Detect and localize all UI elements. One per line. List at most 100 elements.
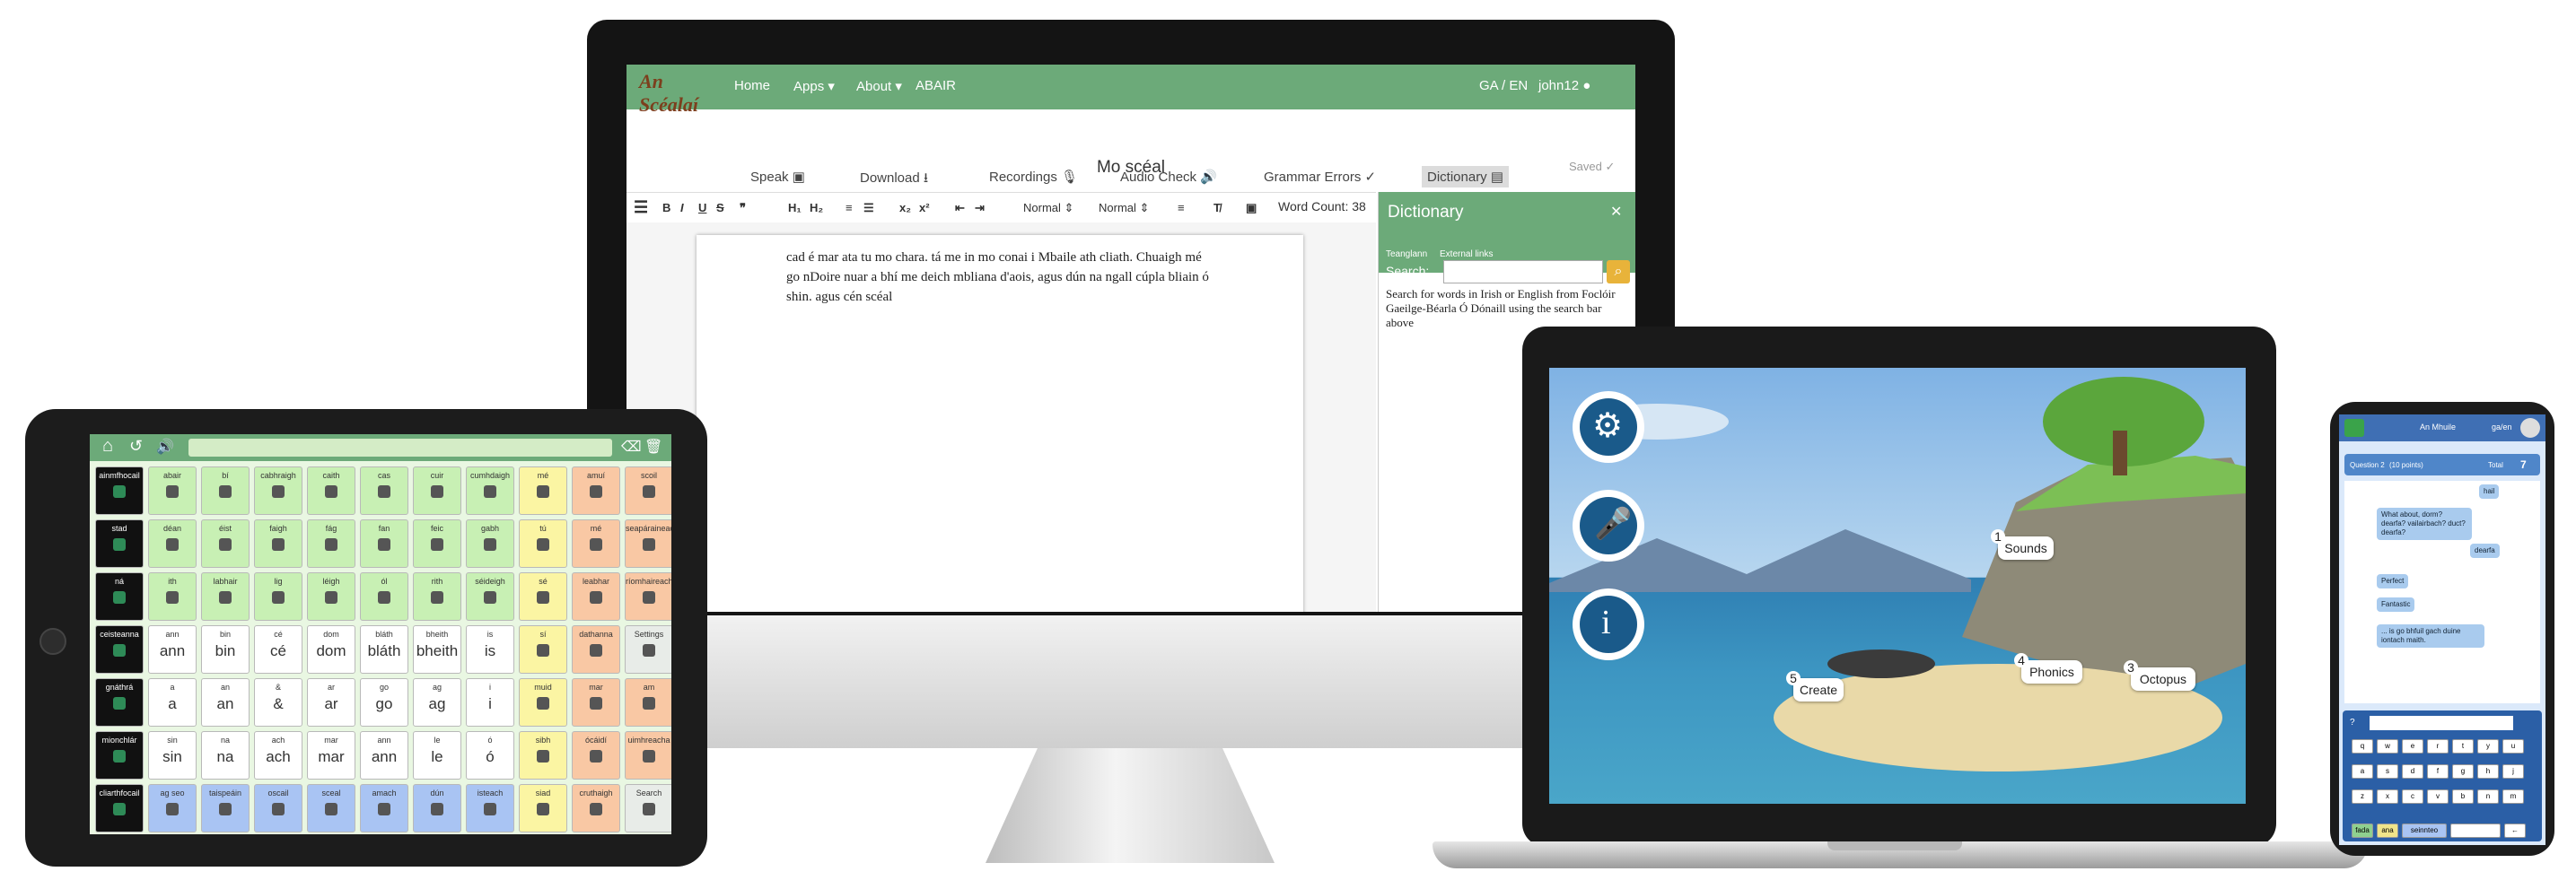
- aac-cell[interactable]: Settings: [625, 625, 671, 674]
- aac-cell[interactable]: ach ach: [254, 731, 302, 780]
- tab-download[interactable]: Download ⭳: [860, 169, 928, 191]
- document-page[interactable]: cad é mar ata tu mo chara. tá me in mo c…: [697, 235, 1303, 612]
- microphone-button[interactable]: 🎤: [1573, 490, 1644, 562]
- aac-cell[interactable]: bheith bheith: [413, 625, 461, 674]
- keyboard-key[interactable]: j: [2502, 764, 2524, 779]
- aac-cell[interactable]: bin bin: [201, 625, 250, 674]
- aac-cell[interactable]: & &: [254, 678, 302, 727]
- aac-cell[interactable]: sceal: [307, 784, 355, 832]
- aac-cell[interactable]: mar: [572, 678, 620, 727]
- keyboard-key[interactable]: s: [2377, 764, 2398, 779]
- aac-cell[interactable]: ól: [360, 572, 408, 621]
- aac-cell[interactable]: cuir: [413, 466, 461, 515]
- link-teanglann[interactable]: Teanglann: [1386, 249, 1427, 259]
- aac-cell[interactable]: ith: [148, 572, 197, 621]
- aac-cell[interactable]: feic: [413, 519, 461, 568]
- send-key[interactable]: seinnteo: [2402, 824, 2447, 838]
- tab-speak[interactable]: Speak ▣: [750, 169, 805, 185]
- aac-cell[interactable]: mionchlár: [95, 731, 144, 780]
- aac-cell[interactable]: séideigh: [466, 572, 514, 621]
- aac-cell[interactable]: cas: [360, 466, 408, 515]
- nav-home[interactable]: Home: [734, 78, 770, 93]
- keyboard-key[interactable]: d: [2402, 764, 2423, 779]
- aac-cell[interactable]: ríomhaireacht: [625, 572, 671, 621]
- aac-cell[interactable]: le le: [413, 731, 461, 780]
- keyboard-key[interactable]: v: [2427, 789, 2449, 804]
- keyboard-key[interactable]: g: [2452, 764, 2474, 779]
- tab-dictionary[interactable]: Dictionary ▤: [1422, 166, 1510, 187]
- keyboard-key[interactable]: f: [2427, 764, 2449, 779]
- align-icon[interactable]: ≡: [1178, 201, 1185, 214]
- aac-cell[interactable]: muid: [519, 678, 567, 727]
- aac-cell[interactable]: mé: [519, 466, 567, 515]
- aac-cell[interactable]: leabhar: [572, 572, 620, 621]
- aac-cell[interactable]: sibh: [519, 731, 567, 780]
- aac-cell[interactable]: tú: [519, 519, 567, 568]
- aac-cell[interactable]: ná: [95, 572, 144, 621]
- keyboard-key[interactable]: z: [2352, 789, 2373, 804]
- aac-cell[interactable]: gabh: [466, 519, 514, 568]
- keyboard-key[interactable]: r: [2427, 739, 2449, 754]
- aac-cell[interactable]: go go: [360, 678, 408, 727]
- keyboard-key[interactable]: m: [2502, 789, 2524, 804]
- aac-cell[interactable]: cruthaigh: [572, 784, 620, 832]
- message-bar[interactable]: [188, 439, 612, 457]
- home-icon[interactable]: ⌂: [102, 436, 113, 457]
- search-icon[interactable]: ⌕: [1607, 260, 1630, 283]
- aac-cell[interactable]: cliarthfocail: [95, 784, 144, 832]
- trash-icon[interactable]: 🗑: [644, 438, 662, 456]
- ana-key[interactable]: ana: [2377, 824, 2398, 838]
- keyboard-key[interactable]: y: [2477, 739, 2499, 754]
- aac-cell[interactable]: abair: [148, 466, 197, 515]
- aac-cell[interactable]: na na: [201, 731, 250, 780]
- aac-cell[interactable]: ceisteanna: [95, 625, 144, 674]
- aac-cell[interactable]: amuí: [572, 466, 620, 515]
- aac-cell[interactable]: éist: [201, 519, 250, 568]
- keyboard-key[interactable]: u: [2502, 739, 2524, 754]
- document-text[interactable]: cad é mar ata tu mo chara. tá me in mo c…: [786, 248, 1217, 307]
- aac-cell[interactable]: seapáraineacht: [625, 519, 671, 568]
- backspace-key[interactable]: ←: [2504, 824, 2526, 838]
- aac-cell[interactable]: labhair: [201, 572, 250, 621]
- aac-cell[interactable]: mé: [572, 519, 620, 568]
- settings-button[interactable]: ⚙: [1573, 391, 1644, 463]
- tab-audio-check[interactable]: Audio Check 🔊: [1120, 169, 1217, 185]
- aac-cell[interactable]: cabhraigh: [254, 466, 302, 515]
- nav-apps[interactable]: Apps ▾: [793, 78, 835, 94]
- aac-cell[interactable]: ag seo: [148, 784, 197, 832]
- site-logo[interactable]: An Scéalaí: [639, 70, 713, 116]
- aac-cell[interactable]: aa: [148, 678, 197, 727]
- space-key[interactable]: [2450, 824, 2501, 838]
- tab-recordings[interactable]: Recordings 🎙: [989, 169, 1078, 185]
- aac-cell[interactable]: lig: [254, 572, 302, 621]
- aac-cell[interactable]: bí: [201, 466, 250, 515]
- aac-cell[interactable]: óó: [466, 731, 514, 780]
- aac-cell[interactable]: stad: [95, 519, 144, 568]
- language-toggle[interactable]: ga/en: [2492, 423, 2512, 431]
- indent-icon[interactable]: ⇥: [975, 201, 985, 215]
- bold-button[interactable]: B: [662, 201, 670, 214]
- aac-cell[interactable]: ainmfhocail: [95, 466, 144, 515]
- link-external[interactable]: External links: [1440, 249, 1493, 259]
- aac-cell[interactable]: ócáidí: [572, 731, 620, 780]
- aac-cell[interactable]: mar mar: [307, 731, 355, 780]
- aac-cell[interactable]: déan: [148, 519, 197, 568]
- aac-cell[interactable]: dún: [413, 784, 461, 832]
- tab-grammar-errors[interactable]: Grammar Errors ✓: [1264, 169, 1376, 185]
- aac-cell[interactable]: oscail: [254, 784, 302, 832]
- aac-cell[interactable]: amach: [360, 784, 408, 832]
- keyboard-key[interactable]: b: [2452, 789, 2474, 804]
- keyboard-key[interactable]: t: [2452, 739, 2474, 754]
- outdent-icon[interactable]: ⇤: [955, 201, 965, 215]
- aac-cell[interactable]: gnáthrá: [95, 678, 144, 727]
- aac-cell[interactable]: bláth bláth: [360, 625, 408, 674]
- dictionary-search-input[interactable]: [1443, 260, 1603, 283]
- aac-cell[interactable]: léigh: [307, 572, 355, 621]
- keyboard-key[interactable]: n: [2477, 789, 2499, 804]
- aac-cell[interactable]: cé cé: [254, 625, 302, 674]
- keyboard-key[interactable]: e: [2402, 739, 2423, 754]
- image-icon[interactable]: ▣: [1246, 201, 1257, 215]
- aac-cell[interactable]: Search: [625, 784, 671, 832]
- aac-cell[interactable]: scoil: [625, 466, 671, 515]
- aac-cell[interactable]: ag ag: [413, 678, 461, 727]
